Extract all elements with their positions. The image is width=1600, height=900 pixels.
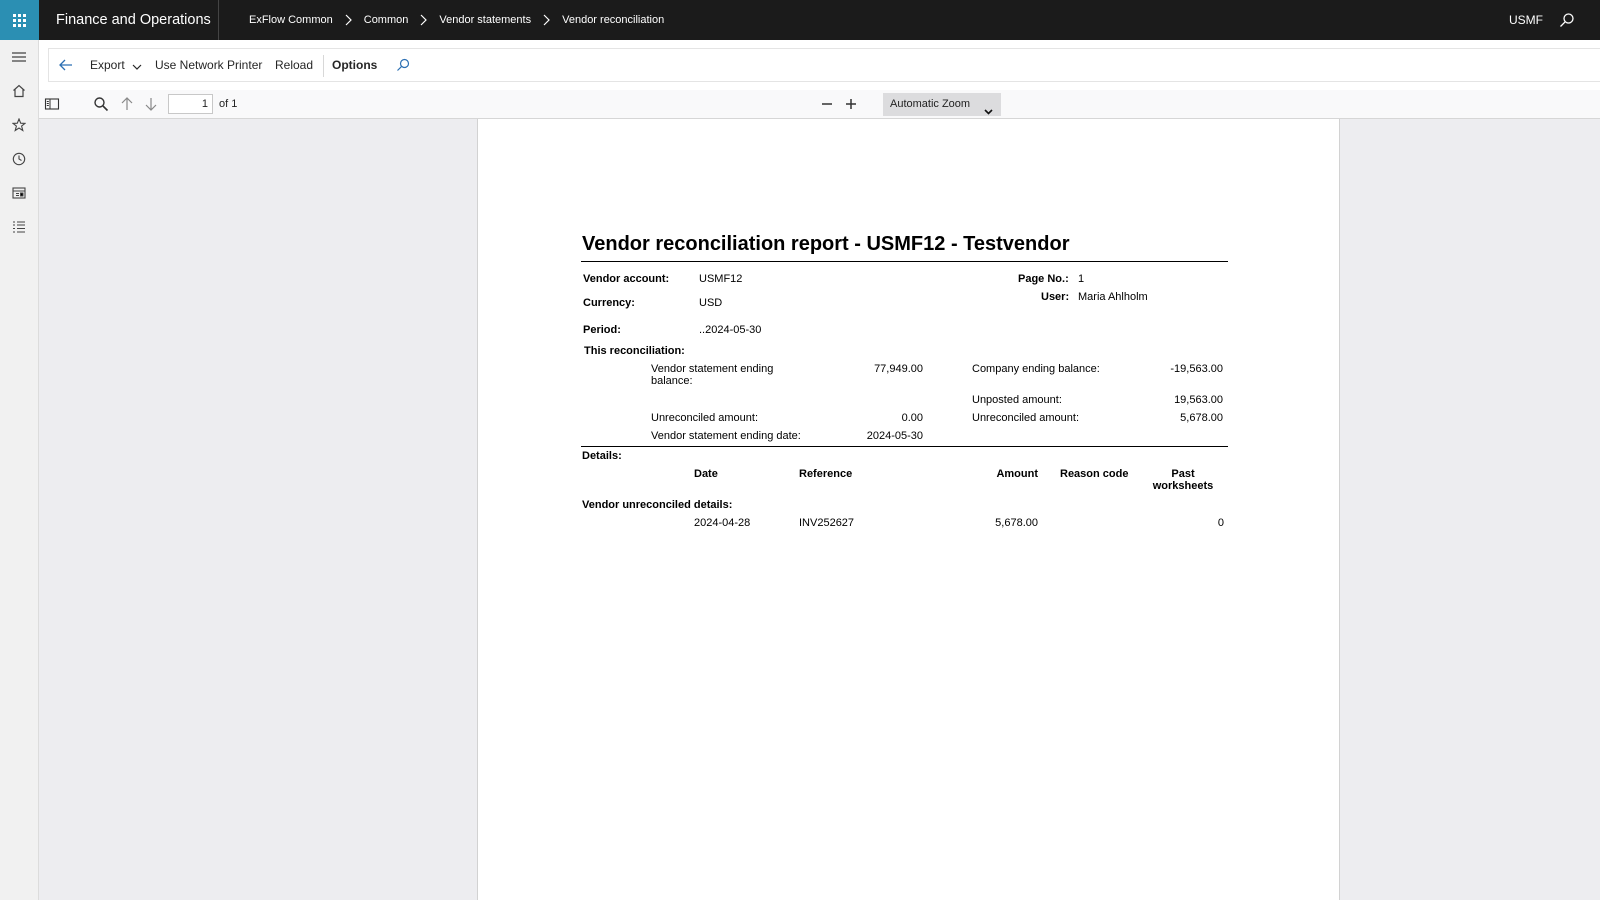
unreconciled-amount-label: Unreconciled amount: [651,412,759,424]
company-unreconciled-value: 5,678.00 [1180,412,1223,424]
breadcrumb: ExFlow Common Common Vendor statements V… [249,0,664,40]
action-pane: Export Use Network Printer Reload Option… [48,48,1600,82]
row-reference: INV252627 [799,517,855,529]
currency-label: Currency: [583,297,635,309]
vendor-ending-balance-label: Vendor statement ending balance: [651,363,773,387]
breadcrumb-item-vendor-reconciliation[interactable]: Vendor reconciliation [562,14,664,26]
pdf-toolbar: of 1 Automatic Zoom [39,90,1600,119]
search-icon[interactable] [396,58,410,72]
breadcrumb-item-common[interactable]: Common [364,14,409,26]
chevron-down-icon [132,50,142,82]
column-header-reference: Reference [799,468,853,480]
pdf-page: Vendor reconciliation report - USMF12 - … [477,119,1340,900]
zoom-select[interactable]: Automatic Zoom [883,93,1001,116]
next-page-arrow-icon[interactable] [143,96,159,112]
chevron-right-icon [420,14,428,26]
left-nav-pane [0,40,39,900]
company-ending-balance-value: -19,563.00 [1170,363,1223,375]
vendor-ending-balance-label-line1: Vendor statement ending [651,363,774,375]
zoom-out-icon[interactable] [819,96,835,112]
column-header-amount: Amount [996,468,1038,480]
vendor-ending-date-label: Vendor statement ending date: [651,430,801,442]
modules-list-icon[interactable] [10,218,28,236]
row-past-worksheets: 0 [1217,517,1224,529]
waffle-icon [13,13,26,27]
column-header-reason-code: Reason code [1060,468,1129,480]
find-search-icon[interactable] [93,96,109,112]
unposted-amount-label: Unposted amount: [972,394,1062,406]
zoom-in-icon[interactable] [843,96,859,112]
action-pane-divider [323,55,324,77]
row-date: 2024-04-28 [694,517,751,529]
export-button[interactable]: Export [90,49,142,81]
reload-button[interactable]: Reload [275,49,313,81]
app-title[interactable]: Finance and Operations [56,0,211,40]
recent-clock-icon[interactable] [10,150,28,168]
page-number-input[interactable] [168,94,213,114]
vendor-account-label: Vendor account: [583,273,670,285]
section-divider [581,446,1228,447]
favorites-star-icon[interactable] [10,116,28,134]
column-header-date: Date [694,468,718,480]
period-value: ..2024-05-30 [699,324,762,336]
breadcrumb-item-exflow-common[interactable]: ExFlow Common [249,14,333,26]
chevron-right-icon [345,14,352,26]
app-launcher-button[interactable] [0,0,39,40]
sidebar-toggle-icon[interactable] [44,96,60,112]
vendor-account-value: USMF12 [699,273,743,285]
row-amount: 5,678.00 [995,517,1038,529]
column-header-past-worksheets-line1: Past [1171,468,1195,480]
this-reconciliation-label: This reconciliation: [584,345,685,357]
zoom-value: Automatic Zoom [890,98,971,110]
pdf-viewer: of 1 Automatic Zoom Vendor reconciliatio… [39,90,1600,900]
vendor-ending-balance-value: 77,949.00 [874,363,923,375]
company-ending-balance-label: Company ending balance: [972,363,1100,375]
page-no-label: Page No.: [1018,273,1069,285]
options-tab[interactable]: Options [332,49,377,81]
details-label: Details: [582,450,622,462]
vendor-ending-balance-label-line2: balance: [651,375,693,387]
period-label: Period: [583,324,621,336]
page-no-value: 1 [1078,273,1085,285]
currency-value: USD [699,297,723,309]
company-unreconciled-label: Unreconciled amount: [972,412,1080,424]
export-label: Export [90,58,125,72]
chevron-right-icon [543,14,550,26]
top-divider [218,0,219,40]
page-count-label: of 1 [219,98,238,110]
search-icon[interactable] [1559,12,1575,28]
unreconciled-amount-value: 0.00 [901,412,923,424]
vendor-unreconciled-label: Vendor unreconciled details: [582,499,733,511]
title-underline [581,261,1228,262]
report-title: Vendor reconciliation report - USMF12 - … [582,233,1070,255]
unposted-amount-value: 19,563.00 [1174,394,1223,406]
previous-page-arrow-icon[interactable] [119,96,135,112]
hamburger-menu-icon[interactable] [10,48,28,66]
column-header-past-worksheets-line2: worksheets [1152,480,1214,492]
breadcrumb-item-vendor-statements[interactable]: Vendor statements [439,14,531,26]
company-picker[interactable]: USMF [1509,0,1543,40]
vendor-ending-date-value: 2024-05-30 [866,430,923,442]
home-icon[interactable] [10,82,28,100]
back-arrow-icon[interactable] [58,57,74,73]
use-network-printer-button[interactable]: Use Network Printer [155,49,262,81]
column-header-past-worksheets: Past worksheets [1143,468,1223,492]
top-bar: Finance and Operations ExFlow Common Com… [0,0,1600,40]
user-value: Maria Ahlholm [1078,291,1148,303]
user-label: User: [1041,291,1070,303]
workspaces-icon[interactable] [10,184,28,202]
